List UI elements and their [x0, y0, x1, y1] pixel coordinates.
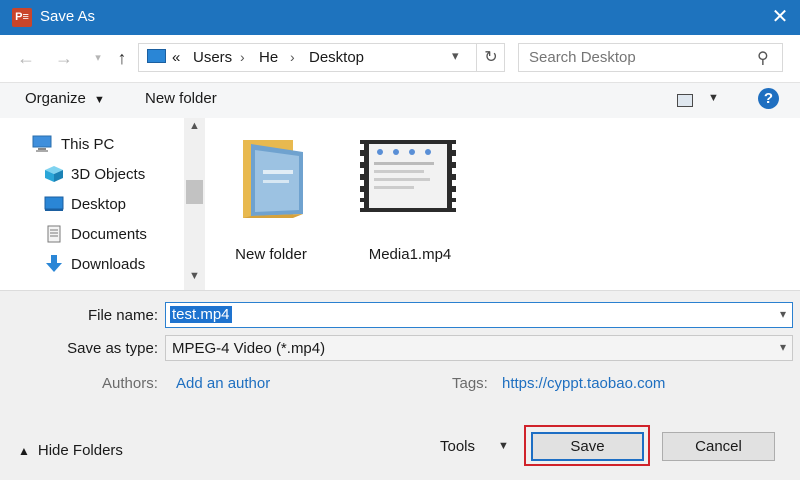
search-icon[interactable]: ⚲ — [757, 48, 769, 68]
breadcrumb-overflow[interactable]: « — [172, 49, 180, 66]
authors-field[interactable]: Add an author — [176, 375, 270, 392]
breadcrumb-users[interactable]: Users — [193, 49, 232, 66]
refresh-icon[interactable]: ↻ — [476, 43, 505, 72]
file-item-media1[interactable]: Media1.mp4 — [360, 128, 460, 278]
sidebar-item-label: 3D Objects — [71, 166, 146, 183]
title-bar — [0, 0, 800, 35]
chevron-down-icon: ▼ — [94, 94, 105, 106]
authors-label: Authors: — [102, 375, 158, 392]
sidebar-scrollbar[interactable] — [184, 118, 205, 290]
file-name-field[interactable]: test.mp4 ▾ — [165, 302, 793, 328]
monitor-icon — [147, 49, 166, 63]
computer-icon — [32, 135, 52, 152]
chevron-up-icon: ▲ — [18, 444, 30, 458]
scroll-down-icon[interactable]: ▼ — [184, 270, 205, 282]
chevron-down-icon[interactable]: ▾ — [452, 48, 459, 64]
up-arrow-icon[interactable]: ↑ — [110, 44, 134, 72]
new-folder-button[interactable]: New folder — [145, 90, 217, 107]
cancel-button[interactable]: Cancel — [662, 432, 775, 461]
save-type-label: Save as type: — [67, 340, 158, 357]
hide-folders-label: Hide Folders — [37, 442, 123, 459]
forward-arrow-icon[interactable]: → — [52, 44, 76, 72]
scroll-up-icon[interactable]: ▲ — [184, 120, 205, 132]
desktop-icon — [44, 196, 64, 211]
recent-locations-chevron-icon[interactable]: ▾ — [86, 44, 110, 72]
file-name-value[interactable]: test.mp4 — [170, 306, 232, 323]
breadcrumb-separator-icon[interactable]: › — [290, 49, 295, 65]
sidebar-item-label: This PC — [61, 136, 115, 153]
sidebar-item-label: Desktop — [71, 196, 127, 213]
tags-field[interactable]: https://cyppt.taobao.com — [502, 375, 665, 392]
sidebar-item-desktop[interactable]: Desktop — [0, 190, 185, 220]
window-title: Save As — [40, 8, 96, 25]
sidebar-item-documents[interactable]: Documents — [0, 220, 185, 250]
breadcrumb-he[interactable]: He — [259, 49, 278, 66]
back-arrow-icon[interactable]: ← — [14, 44, 38, 72]
sidebar-item-this-pc[interactable]: This PC — [0, 130, 185, 160]
organize-menu[interactable]: Organize ▼ — [25, 90, 105, 107]
file-name-label: New folder — [235, 246, 307, 263]
breadcrumb-separator-icon[interactable]: › — [240, 49, 245, 65]
download-arrow-icon — [46, 255, 62, 272]
search-box[interactable] — [518, 43, 783, 72]
powerpoint-icon: P≡ — [12, 8, 32, 27]
save-button[interactable]: Save — [531, 432, 644, 461]
sidebar-item-downloads[interactable]: Downloads — [0, 250, 185, 280]
tools-menu[interactable]: Tools — [440, 438, 475, 455]
chevron-down-icon[interactable]: ▼ — [498, 440, 509, 452]
sidebar-item-label: Downloads — [71, 256, 146, 273]
help-icon[interactable]: ? — [758, 88, 779, 109]
chevron-down-icon[interactable]: ▾ — [780, 307, 786, 321]
file-name-label: File name: — [87, 307, 158, 324]
folder-icon — [243, 140, 303, 218]
save-type-select[interactable]: MPEG-4 Video (*.mp4) ▾ — [165, 335, 793, 361]
close-button[interactable]: ✕ — [760, 0, 800, 35]
file-item-new-folder[interactable]: New folder — [221, 128, 321, 278]
video-file-icon — [360, 140, 456, 212]
sidebar-item-3d-objects[interactable]: 3D Objects — [0, 160, 185, 190]
view-options-icon[interactable] — [677, 94, 693, 107]
hide-folders-button[interactable]: ▲ Hide Folders — [18, 442, 123, 459]
breadcrumb-desktop[interactable]: Desktop — [309, 49, 364, 66]
chevron-down-icon[interactable]: ▼ — [708, 92, 719, 104]
document-icon — [47, 225, 61, 243]
chevron-down-icon[interactable]: ▾ — [780, 340, 786, 354]
scrollbar-thumb[interactable] — [186, 180, 203, 204]
save-type-value: MPEG-4 Video (*.mp4) — [172, 340, 326, 357]
cube-icon — [45, 166, 63, 182]
file-name-label: Media1.mp4 — [368, 246, 452, 263]
tags-label: Tags: — [452, 375, 488, 392]
organize-label: Organize — [25, 90, 86, 107]
search-input[interactable] — [529, 49, 749, 66]
sidebar-item-label: Documents — [71, 226, 147, 243]
